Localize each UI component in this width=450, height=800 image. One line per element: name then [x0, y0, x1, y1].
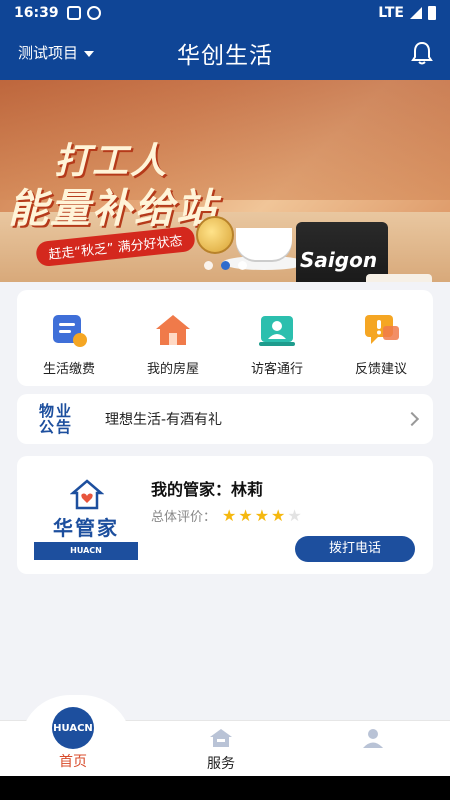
project-name: 测试项目: [18, 44, 79, 62]
rating-stars: ★ ★ ★ ★ ★: [222, 506, 302, 525]
notice-badge: 物业 公告: [39, 403, 81, 435]
tab-mine[interactable]: [360, 727, 386, 749]
feedback-icon: [365, 315, 399, 344]
butler-name: 我的管家：林莉: [151, 480, 264, 499]
notice-badge-line1: 物业: [39, 402, 74, 420]
heart-house-icon: [70, 479, 104, 510]
bell-icon[interactable]: [410, 40, 434, 66]
butler-logo: 华管家 HUACN: [34, 478, 138, 560]
service-icon: [210, 729, 232, 747]
system-nav-bar: [0, 776, 450, 800]
carousel-dots: [0, 261, 450, 270]
star-icon: ★: [271, 506, 286, 525]
visitor-icon: [259, 316, 295, 346]
rating-label: 总体评价：: [151, 510, 217, 525]
menu-label: 生活缴费: [42, 362, 95, 377]
tab-service-label: 服务: [207, 756, 235, 772]
menu-item-feedback[interactable]: 反馈建议: [329, 290, 433, 386]
carousel-dot[interactable]: [203, 261, 213, 270]
coin-image: [196, 216, 234, 254]
menu-label: 访客通行: [250, 362, 303, 377]
battery-icon: [428, 6, 436, 20]
user-icon: [363, 729, 383, 748]
chevron-down-icon: [84, 50, 95, 57]
banner-line2: 能量补给站: [8, 186, 218, 232]
signal-icon: [410, 7, 422, 19]
menu-item-visitor[interactable]: 访客通行: [225, 290, 329, 386]
notice-bar[interactable]: 物业 公告 理想生活-有酒有礼: [17, 394, 433, 444]
coffee-cup-image: [236, 228, 292, 260]
carousel-dot-active[interactable]: [220, 261, 230, 270]
status-time: 16:39: [14, 5, 59, 21]
status-bar: 16:39 LTE: [0, 0, 450, 26]
butler-logo-text: 华管家: [53, 516, 119, 540]
house-icon: [156, 315, 190, 345]
promo-banner[interactable]: 打工人 能量补给站 赶走“秋乏” 满分好状态 Saigon: [0, 80, 450, 282]
bottom-tab-bar: HUACN 首页 服务: [0, 695, 450, 776]
tab-home-label: 首页: [59, 754, 87, 770]
rating-row: 总体评价： ★ ★ ★ ★ ★: [151, 506, 302, 525]
carousel-dot[interactable]: [237, 261, 247, 270]
notification-icon: [66, 6, 81, 20]
tab-service[interactable]: 服务: [207, 727, 235, 773]
home-logo-icon: HUACN: [52, 707, 94, 749]
project-selector[interactable]: 测试项目: [18, 42, 95, 63]
call-button[interactable]: 拨打电话: [295, 536, 415, 562]
nut-bag-image: [366, 274, 432, 282]
star-icon: ★: [222, 506, 237, 525]
quick-menu: 生活缴费 我的房屋 访客通行 反馈建议: [17, 290, 433, 386]
butler-card: 华管家 HUACN 我的管家：林莉 总体评价： ★ ★ ★ ★ ★ 拨打电话: [17, 456, 433, 574]
network-type: LTE: [378, 5, 404, 21]
chevron-right-icon: [404, 411, 420, 427]
notice-text: 理想生活-有酒有礼: [105, 412, 223, 428]
star-empty-icon: ★: [287, 506, 302, 525]
sync-icon: [86, 6, 101, 20]
tab-home[interactable]: HUACN 首页: [52, 707, 94, 771]
star-icon: ★: [254, 506, 270, 525]
bill-icon: [53, 315, 87, 347]
status-right: LTE: [378, 5, 436, 21]
star-icon: ★: [238, 506, 253, 525]
notice-badge-line2: 公告: [39, 418, 74, 436]
menu-item-house[interactable]: 我的房屋: [121, 290, 225, 386]
app-header: 测试项目 华创生活: [0, 26, 450, 80]
menu-label: 我的房屋: [146, 362, 199, 377]
butler-logo-strip: HUACN: [34, 542, 138, 560]
menu-item-bill[interactable]: 生活缴费: [17, 290, 121, 386]
menu-label: 反馈建议: [354, 362, 407, 377]
